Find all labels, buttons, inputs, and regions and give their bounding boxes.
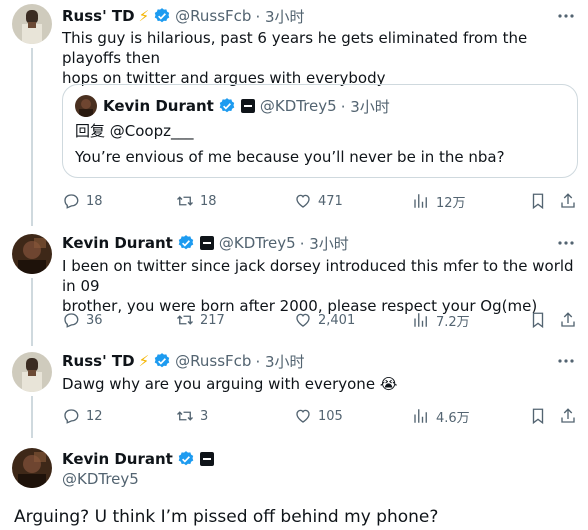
- tweet-header: Kevin Durant @KDTrey5 · 3小时: [62, 233, 349, 253]
- main-tweet-header: Kevin Durant: [62, 449, 215, 469]
- quote-display-name: Kevin Durant: [103, 97, 214, 115]
- retweet-button[interactable]: 18: [176, 191, 217, 211]
- reply-icon: [64, 409, 79, 424]
- views-icon: [414, 313, 427, 327]
- tweet-text: Dawg why are you arguing with everyone 😭: [62, 374, 582, 394]
- quote-avatar: [75, 95, 97, 117]
- quote-timestamp: · 3小时: [340, 97, 390, 116]
- retweet-count: 18: [200, 193, 217, 209]
- tweet-text-line: Dawg why are you arguing with everyone 😭: [62, 375, 398, 393]
- like-button[interactable]: 2,401: [294, 310, 355, 330]
- views-count: 12万: [436, 195, 466, 211]
- like-button[interactable]: 471: [294, 191, 343, 211]
- retweet-icon: [177, 196, 193, 206]
- quoted-tweet[interactable]: Kevin Durant @KDTrey5 · 3小时 回复 @Coopz___…: [62, 84, 578, 178]
- views-icon: [414, 409, 427, 423]
- handle[interactable]: @KDTrey5: [62, 470, 139, 488]
- verified-icon: [154, 8, 170, 23]
- reply-icon: [64, 194, 79, 209]
- reply-count: 12: [86, 408, 103, 424]
- like-count: 105: [318, 408, 343, 424]
- quote-reply-to: 回复 @Coopz___: [75, 122, 194, 140]
- affiliate-badge-icon: [199, 452, 214, 466]
- tweet-text-line: This guy is hilarious, past 6 years he g…: [62, 29, 528, 67]
- retweet-button[interactable]: 3: [176, 406, 208, 426]
- thread-line: [31, 396, 33, 438]
- handle[interactable]: @RussFcb: [175, 7, 251, 25]
- thread-line: [31, 278, 33, 346]
- views-count: 4.6万: [436, 410, 470, 426]
- more-options-icon[interactable]: [556, 351, 576, 371]
- avatar-russ[interactable]: [12, 4, 52, 44]
- reply-button[interactable]: 18: [62, 191, 103, 211]
- tweet-header: Russ' TD ⚡ @RussFcb · 3小时: [62, 6, 305, 26]
- verified-icon: [219, 98, 235, 113]
- tweet-text-line: I been on twitter since jack dorsey intr…: [62, 257, 574, 295]
- lightning-badge-icon: ⚡: [138, 7, 150, 25]
- heart-icon: [296, 409, 310, 423]
- avatar-kd[interactable]: [12, 234, 52, 274]
- views-button[interactable]: 4.6万: [412, 406, 470, 426]
- display-name[interactable]: Kevin Durant: [62, 234, 173, 252]
- retweet-count: 217: [200, 312, 225, 328]
- quote-text: You’re envious of me because you’ll neve…: [75, 148, 505, 166]
- timestamp[interactable]: · 3小时: [300, 233, 349, 254]
- tweet-actions: 12 3 105 4.6万: [62, 406, 578, 426]
- display-name[interactable]: Kevin Durant: [62, 450, 173, 468]
- views-button[interactable]: 7.2万: [412, 310, 470, 330]
- avatar-kd[interactable]: [12, 448, 52, 488]
- display-name[interactable]: Russ' TD: [62, 7, 135, 25]
- verified-icon: [178, 235, 194, 250]
- bookmark-icon[interactable]: [529, 311, 547, 329]
- retweet-button[interactable]: 217: [176, 310, 225, 330]
- retweet-icon: [177, 315, 193, 325]
- share-icon[interactable]: [559, 407, 577, 425]
- retweet-icon: [177, 411, 193, 421]
- quote-header: Kevin Durant @KDTrey5 · 3小时: [103, 96, 390, 116]
- tweet-actions: 36 217 2,401 7.2万: [62, 310, 578, 330]
- tweet-text: This guy is hilarious, past 6 years he g…: [62, 28, 582, 88]
- reply-count: 18: [86, 193, 103, 209]
- reply-icon: [64, 313, 79, 328]
- views-count: 7.2万: [436, 314, 470, 330]
- verified-icon: [154, 353, 170, 368]
- bookmark-icon[interactable]: [529, 192, 547, 210]
- more-options-icon[interactable]: [556, 6, 576, 26]
- reply-count: 36: [86, 312, 103, 328]
- avatar-russ[interactable]: [12, 352, 52, 392]
- reply-button[interactable]: 12: [62, 406, 103, 426]
- timestamp[interactable]: · 3小时: [255, 6, 304, 27]
- views-icon: [414, 194, 427, 208]
- share-icon[interactable]: [559, 311, 577, 329]
- like-count: 471: [318, 193, 343, 209]
- views-button[interactable]: 12万: [412, 191, 466, 211]
- share-icon[interactable]: [559, 192, 577, 210]
- heart-icon: [296, 313, 310, 327]
- bookmark-icon[interactable]: [529, 407, 547, 425]
- affiliate-badge-icon: [199, 236, 214, 250]
- handle[interactable]: @RussFcb: [175, 352, 251, 370]
- timestamp[interactable]: · 3小时: [255, 351, 304, 372]
- tweet-header: Russ' TD ⚡ @RussFcb · 3小时: [62, 351, 305, 371]
- tweet-actions: 18 18 471 12万: [62, 191, 578, 211]
- quote-handle: @KDTrey5: [259, 97, 337, 115]
- like-count: 2,401: [318, 312, 356, 328]
- tweet-text: I been on twitter since jack dorsey intr…: [62, 256, 582, 316]
- main-tweet-text: Arguing? U think I’m pissed off behind m…: [14, 507, 439, 527]
- handle[interactable]: @KDTrey5: [219, 234, 296, 252]
- heart-icon: [296, 194, 310, 208]
- like-button[interactable]: 105: [294, 406, 343, 426]
- lightning-badge-icon: ⚡: [138, 352, 150, 370]
- retweet-count: 3: [200, 408, 209, 424]
- reply-button[interactable]: 36: [62, 310, 103, 330]
- affiliate-badge-icon: [240, 99, 255, 113]
- display-name[interactable]: Russ' TD: [62, 352, 135, 370]
- thread-line: [31, 48, 33, 226]
- verified-icon: [178, 451, 194, 466]
- more-options-icon[interactable]: [556, 233, 576, 253]
